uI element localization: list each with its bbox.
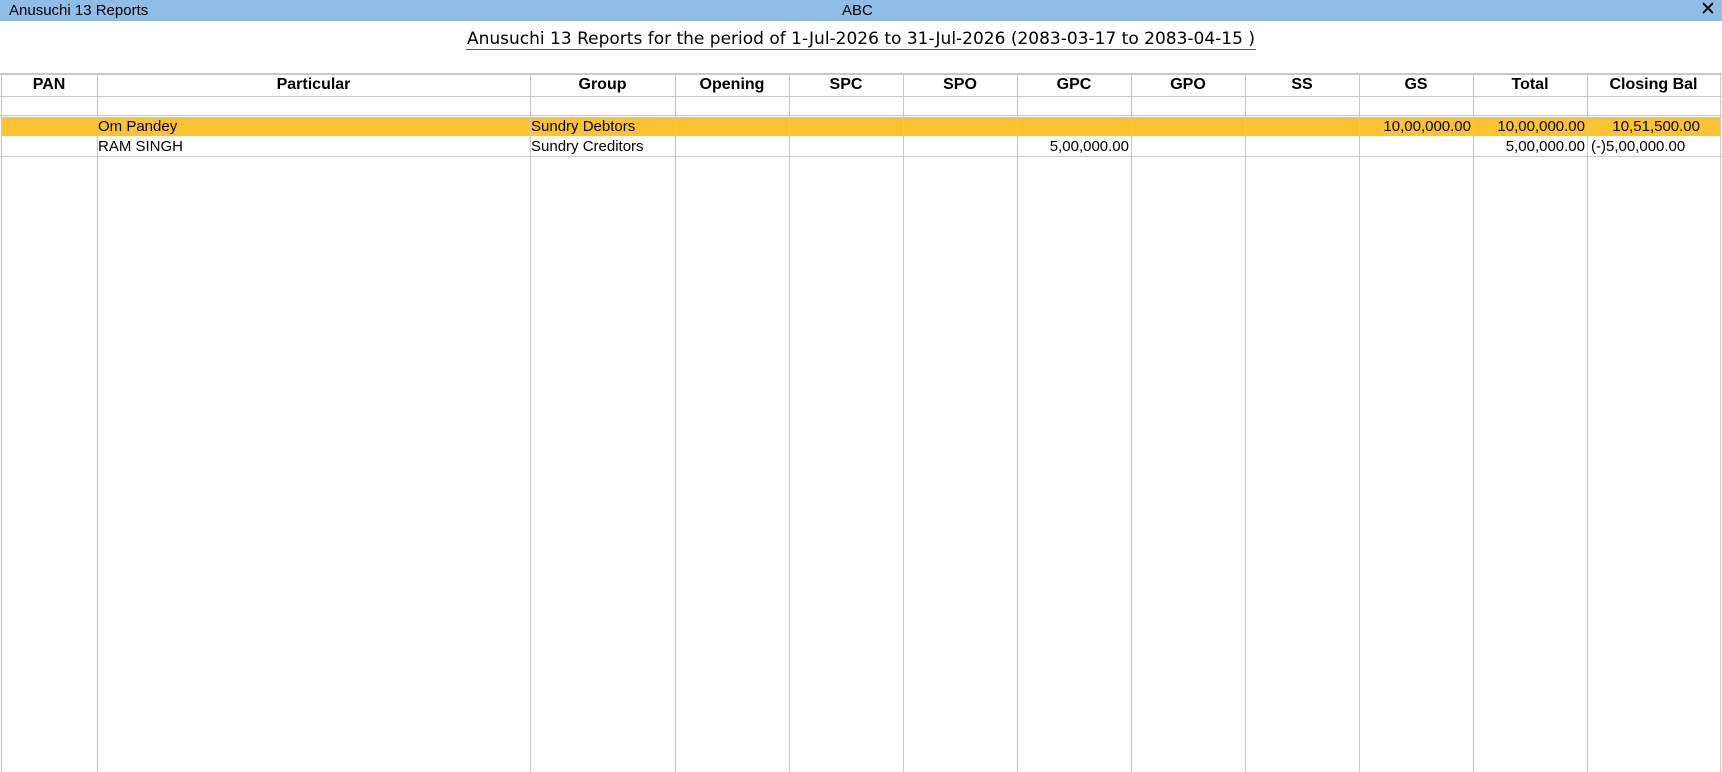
report-title: Anusuchi 13 Reports for the period of 1-…	[0, 29, 1722, 51]
column-border	[1017, 75, 1018, 772]
cell-gpo	[1131, 117, 1243, 136]
column-border	[530, 75, 531, 772]
cell-gpc: 5,00,000.00	[1049, 138, 1129, 155]
window-titlebar: Anusuchi 13 Reports ABC ✕	[0, 0, 1722, 21]
column-header-spc[interactable]: SPC	[789, 76, 903, 95]
cell-particular: Om Pandey	[98, 118, 178, 135]
column-border	[97, 75, 98, 772]
cell-pan	[1, 137, 95, 156]
table-row[interactable]: Om Pandey Sundry Debtors 10,00,000.00 10…	[0, 117, 1722, 136]
cell-closing-bal: 10,51,500.00	[1612, 118, 1700, 135]
column-border	[1473, 75, 1474, 772]
table-row-border	[0, 156, 1722, 157]
column-header-opening[interactable]: Opening	[675, 76, 789, 95]
column-border	[1720, 75, 1721, 772]
cell-gpc	[1017, 117, 1129, 136]
cell-closing-bal: (-)5,00,000.00	[1591, 138, 1686, 155]
cell-spc	[789, 117, 901, 136]
cell-gpo	[1131, 137, 1243, 156]
column-border	[1359, 75, 1360, 772]
column-border	[1131, 75, 1132, 772]
table-row-border	[0, 115, 1722, 116]
cell-opening	[675, 117, 787, 136]
close-icon[interactable]: ✕	[1699, 0, 1717, 19]
column-header-pan[interactable]: PAN	[1, 76, 97, 95]
column-header-spo[interactable]: SPO	[903, 76, 1017, 95]
window-title: Anusuchi 13 Reports	[9, 2, 149, 19]
header-bottom-border	[0, 96, 1722, 97]
cell-group: Sundry Debtors	[531, 118, 636, 135]
column-header-gs[interactable]: GS	[1359, 76, 1473, 95]
cell-pan	[1, 117, 95, 136]
company-name: ABC	[842, 2, 873, 19]
column-border	[789, 75, 790, 772]
cell-group: Sundry Creditors	[531, 138, 644, 155]
cell-particular: RAM SINGH	[98, 138, 184, 155]
table-row[interactable]: RAM SINGH Sundry Creditors 5,00,000.00 5…	[0, 137, 1722, 156]
cell-total: 10,00,000.00	[1497, 118, 1585, 135]
column-border	[1587, 75, 1588, 772]
table-top-border	[0, 74, 1722, 75]
cell-ss	[1245, 117, 1357, 136]
cell-spo	[903, 137, 1015, 156]
cell-gs: 10,00,000.00	[1383, 118, 1471, 135]
cell-opening	[675, 137, 787, 156]
report-title-text: Anusuchi 13 Reports for the period of 1-…	[466, 29, 1256, 50]
column-border	[675, 75, 676, 772]
column-header-group[interactable]: Group	[530, 76, 675, 95]
column-border	[1, 75, 2, 772]
cell-spo	[903, 117, 1015, 136]
cell-gs	[1359, 137, 1471, 156]
cell-spc	[789, 137, 901, 156]
cell-ss	[1245, 137, 1357, 156]
column-header-gpo[interactable]: GPO	[1131, 76, 1245, 95]
column-border	[1245, 75, 1246, 772]
column-header-ss[interactable]: SS	[1245, 76, 1359, 95]
column-header-gpc[interactable]: GPC	[1017, 76, 1131, 95]
cell-total: 5,00,000.00	[1505, 138, 1585, 155]
column-header-particular[interactable]: Particular	[97, 76, 530, 95]
column-header-closing-bal[interactable]: Closing Bal	[1587, 76, 1720, 95]
column-border	[903, 75, 904, 772]
column-header-total[interactable]: Total	[1473, 76, 1587, 95]
